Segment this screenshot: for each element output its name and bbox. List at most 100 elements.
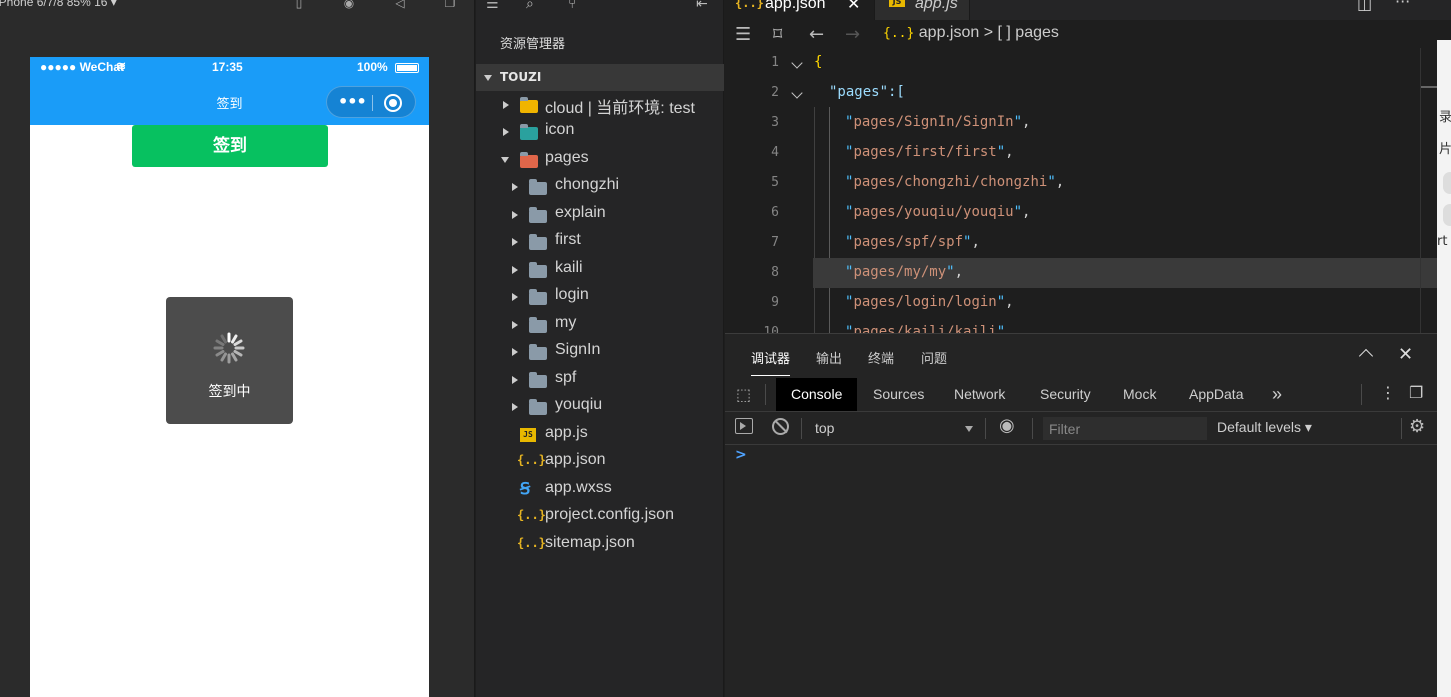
tab-sources[interactable]: Sources xyxy=(873,378,924,411)
tree-item-chongzhi[interactable]: chongzhi xyxy=(476,173,724,200)
code-line[interactable]: 3 "pages/SignIn/SignIn", xyxy=(725,108,1437,138)
folder-icon xyxy=(529,234,547,250)
code-line-current[interactable]: 8 "pages/my/my", xyxy=(771,258,1437,288)
console-filter-input[interactable] xyxy=(1043,417,1207,440)
code-line[interactable]: 6 "pages/youqiu/youqiu", xyxy=(725,198,1437,228)
chevron-right-icon xyxy=(512,376,518,384)
code-line[interactable]: 4 "pages/first/first", xyxy=(725,138,1437,168)
battery-icon xyxy=(395,63,419,73)
strip-text: 录 xyxy=(1439,110,1451,125)
log-levels-select[interactable]: Default levels ▾ xyxy=(1217,419,1312,436)
breadcrumb-path[interactable]: {..} app.json > [ ] pages xyxy=(883,24,1059,42)
chevron-right-icon xyxy=(512,266,518,274)
kebab-menu-icon[interactable]: ⋮ xyxy=(1380,383,1396,402)
device-selector[interactable]: iPhone 6/7/8 85% 16 ▾ xyxy=(0,0,117,9)
record-icon[interactable]: ◉ xyxy=(342,0,356,10)
more-dots-icon[interactable]: ••• xyxy=(338,92,367,111)
fold-chevron-icon[interactable] xyxy=(791,87,803,99)
tab-terminal[interactable]: 终端 xyxy=(868,348,894,367)
tab-security[interactable]: Security xyxy=(1040,378,1091,411)
sound-icon[interactable]: ◁ xyxy=(393,0,407,10)
folder-icon xyxy=(529,289,547,305)
phone-icon[interactable]: ▯ xyxy=(292,0,306,10)
phone-screen: ●●●●● WeChat ≋ 17:35 100% 签到 ••• 签到 签到中 xyxy=(30,57,429,697)
fold-chevron-icon[interactable] xyxy=(791,57,803,69)
code-line[interactable]: 9 "pages/login/login", xyxy=(725,288,1437,318)
close-icon[interactable]: ✕ xyxy=(1398,344,1413,365)
strip-toggle[interactable] xyxy=(1443,204,1451,226)
tab-appdata[interactable]: AppData xyxy=(1189,378,1243,411)
tab-mock[interactable]: Mock xyxy=(1123,378,1156,411)
tree-item-explain[interactable]: explain xyxy=(476,201,724,228)
eye-icon[interactable]: ◉ xyxy=(999,415,1015,436)
project-root[interactable]: TOUZI xyxy=(476,64,724,91)
breadcrumb-file[interactable]: app.json xyxy=(919,24,980,41)
collapse-up-icon[interactable] xyxy=(1358,348,1374,364)
loading-spinner-icon xyxy=(213,332,245,364)
split-editor-icon[interactable]: ◫ xyxy=(1357,0,1372,13)
code-line[interactable]: 1 { xyxy=(725,48,1437,78)
tree-item-app-json[interactable]: {..} app.json xyxy=(476,448,724,475)
code-line[interactable]: 5 "pages/chongzhi/chongzhi", xyxy=(725,168,1437,198)
tree-item-label: app.json xyxy=(545,451,606,468)
tree-item-icon[interactable]: icon xyxy=(476,118,724,145)
js-file-icon: JS xyxy=(520,428,536,442)
collapse-panel-icon[interactable]: ⇤ xyxy=(696,0,708,12)
devtools-header: 调试器 输出 终端 问题 ✕ xyxy=(725,334,1437,378)
breadcrumb-node[interactable]: [ ] pages xyxy=(998,24,1059,41)
sign-in-button[interactable]: 签到 xyxy=(132,125,328,167)
console-prompt[interactable]: > xyxy=(735,447,747,463)
copy-icon[interactable]: ❐ xyxy=(443,0,457,10)
close-mini-program-icon[interactable] xyxy=(384,94,402,112)
branch-icon[interactable]: ⑂ xyxy=(568,0,576,12)
tab-app-json[interactable]: {..} app.json ✕ xyxy=(725,0,875,20)
list-icon[interactable]: ☰ xyxy=(735,24,751,45)
tab-network[interactable]: Network xyxy=(954,378,1005,411)
tree-item-app-js[interactable]: JS app.js xyxy=(476,421,724,448)
tree-item-signin[interactable]: SignIn xyxy=(476,338,724,365)
tree-item-pages[interactable]: pages xyxy=(476,146,724,173)
menu-capsule[interactable]: ••• xyxy=(326,86,416,118)
code-text: "pages/kaili/kaili", xyxy=(845,324,1014,333)
tree-item-first[interactable]: first xyxy=(476,228,724,255)
tab-console[interactable]: Console xyxy=(776,378,858,411)
back-icon[interactable]: ← xyxy=(809,24,824,45)
dropdown-arrow-icon xyxy=(965,426,973,432)
list-icon[interactable]: ☰ xyxy=(486,0,499,12)
tree-item-project-config[interactable]: {..} project.config.json xyxy=(476,503,724,530)
tree-item-spf[interactable]: spf xyxy=(476,366,724,393)
tree-item-login[interactable]: login xyxy=(476,283,724,310)
json-file-icon: {..} xyxy=(517,536,546,550)
tab-problems[interactable]: 问题 xyxy=(921,348,947,367)
settings-gear-icon[interactable]: ⚙ xyxy=(1409,416,1425,437)
clear-console-icon[interactable] xyxy=(772,418,789,435)
wifi-icon: ≋ xyxy=(116,59,127,73)
tree-item-cloud[interactable]: cloud | 当前环境: test xyxy=(476,91,724,118)
tree-item-label: cloud | 当前环境: test xyxy=(545,100,695,117)
inspect-element-icon[interactable]: ⬚ xyxy=(736,385,751,404)
bookmark-icon[interactable]: ⌑ xyxy=(773,24,782,45)
line-number: 5 xyxy=(771,175,779,190)
devtools-panel-tabs: ⬚ Console Sources Network Security Mock … xyxy=(725,378,1437,412)
search-icon[interactable]: ⌕ xyxy=(526,0,534,12)
tree-item-my[interactable]: my xyxy=(476,311,724,338)
tab-output[interactable]: 输出 xyxy=(816,348,842,367)
strip-toggle[interactable] xyxy=(1443,172,1451,194)
forward-icon[interactable]: → xyxy=(845,24,860,45)
tree-item-kaili[interactable]: kaili xyxy=(476,256,724,283)
tab-debugger[interactable]: 调试器 xyxy=(751,348,791,376)
code-line[interactable]: 10 "pages/kaili/kaili", xyxy=(725,318,1437,333)
context-select[interactable]: top xyxy=(803,412,983,444)
tab-app-js[interactable]: JS app.js xyxy=(875,0,970,20)
close-icon[interactable]: ✕ xyxy=(847,0,860,13)
undock-icon[interactable]: ❐ xyxy=(1409,383,1423,402)
tree-item-label: explain xyxy=(555,204,606,221)
more-actions-icon[interactable]: ··· xyxy=(1395,0,1410,11)
code-line[interactable]: 2 "pages":[ xyxy=(725,78,1437,108)
tree-item-app-wxss[interactable]: Ꞩ app.wxss xyxy=(476,476,724,503)
more-tabs-icon[interactable]: » xyxy=(1272,378,1282,411)
sidebar-toggle-icon[interactable] xyxy=(735,418,753,434)
code-line[interactable]: 7 "pages/spf/spf", xyxy=(725,228,1437,258)
tree-item-youqiu[interactable]: youqiu xyxy=(476,393,724,420)
tree-item-sitemap[interactable]: {..} sitemap.json xyxy=(476,531,724,558)
